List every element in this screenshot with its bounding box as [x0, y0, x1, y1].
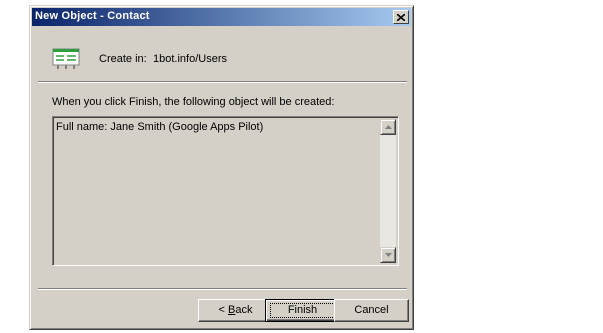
back-button[interactable]: < Back — [198, 299, 273, 322]
vertical-scrollbar[interactable] — [380, 119, 396, 263]
summary-text: Full name: Jane Smith (Google Apps Pilot… — [56, 121, 264, 133]
scroll-up-arrow-icon — [384, 125, 392, 129]
top-divider — [38, 81, 407, 83]
close-button[interactable] — [393, 10, 409, 24]
finish-description: When you click Finish, the following obj… — [52, 96, 335, 108]
object-summary-box[interactable]: Full name: Jane Smith (Google Apps Pilot… — [52, 116, 399, 266]
scroll-up-button[interactable] — [380, 119, 396, 135]
close-icon — [397, 13, 405, 21]
cancel-button-label: Cancel — [354, 304, 389, 316]
create-in-path: 1bot.info/Users — [153, 53, 227, 65]
scroll-down-arrow-icon — [384, 253, 392, 257]
create-in-label: Create in: — [99, 53, 147, 65]
title-bar[interactable]: New Object - Contact — [32, 8, 411, 26]
back-button-label: < Back — [218, 304, 253, 316]
new-contact-dialog: New Object - Contact Create in: 1bot.inf… — [29, 5, 414, 330]
finish-button[interactable]: Finish — [265, 299, 340, 322]
scroll-down-button[interactable] — [380, 247, 396, 263]
bottom-divider — [38, 288, 407, 290]
window-title: New Object - Contact — [35, 10, 150, 22]
cancel-button[interactable]: Cancel — [334, 299, 409, 322]
finish-button-label: Finish — [287, 304, 318, 316]
contact-card-icon — [52, 48, 80, 69]
